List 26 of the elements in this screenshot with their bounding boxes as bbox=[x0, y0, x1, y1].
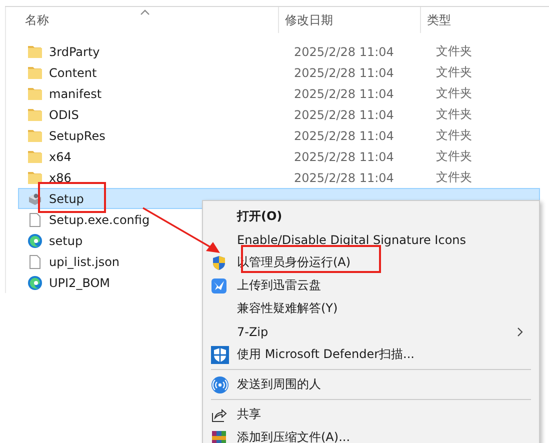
file-type: 文件夹 bbox=[436, 169, 472, 186]
file-type: 文件夹 bbox=[436, 106, 472, 123]
file-name: SetupRes bbox=[49, 128, 106, 142]
file-name: 3rdParty bbox=[49, 44, 100, 58]
modified-date: 2025/2/28 11:04 bbox=[293, 150, 395, 164]
file-name: x64 bbox=[49, 150, 72, 164]
modified-date: 2025/2/28 11:04 bbox=[293, 128, 395, 142]
modified-date: 2025/2/28 11:04 bbox=[293, 108, 395, 122]
modified-date: 2025/2/28 11:04 bbox=[293, 66, 395, 80]
file-name: Setup.exe.config bbox=[49, 212, 150, 226]
file-name: x86 bbox=[49, 170, 72, 184]
modified-date: 2025/2/28 11:04 bbox=[293, 86, 395, 100]
file-type: 文件夹 bbox=[436, 127, 472, 144]
file-type: 文件夹 bbox=[436, 43, 472, 60]
file-name: setup bbox=[49, 234, 83, 248]
modified-date: 2025/2/28 11:04 bbox=[293, 44, 395, 58]
file-name: UPI2_BOM bbox=[49, 276, 110, 290]
file-name: Content bbox=[49, 66, 97, 80]
file-name: upi_list.json bbox=[49, 254, 120, 268]
file-type: 文件夹 bbox=[436, 148, 472, 165]
file-name: manifest bbox=[49, 86, 102, 100]
file-type: 文件夹 bbox=[436, 64, 472, 81]
file-name: Setup bbox=[49, 192, 84, 206]
file-type: 文件夹 bbox=[436, 85, 472, 102]
modified-date: 2025/2/28 11:04 bbox=[293, 170, 395, 184]
file-name: ODIS bbox=[49, 108, 79, 122]
